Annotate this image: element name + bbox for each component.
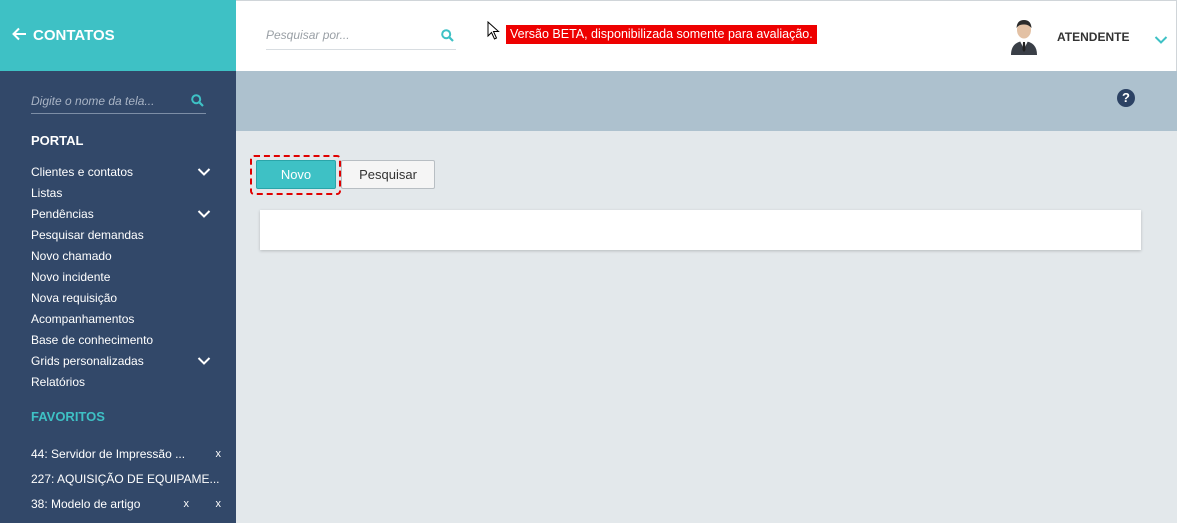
sidebar-item-pendencias[interactable]: Pendências	[31, 203, 211, 224]
favorite-item[interactable]: 227: AQUISIÇÃO DE EQUIPAME...	[31, 466, 223, 491]
chevron-down-icon	[197, 356, 211, 365]
search-icon[interactable]	[191, 94, 204, 112]
remove-favorite-button[interactable]: x	[216, 498, 222, 510]
sidebar-search	[31, 88, 206, 114]
favorite-label: 44: Servidor de Impressão ...	[31, 446, 186, 461]
sidebar-item-acompanhamentos[interactable]: Acompanhamentos	[31, 308, 211, 329]
remove-favorite-button[interactable]: x	[184, 498, 190, 510]
search-button[interactable]: Pesquisar	[341, 160, 435, 189]
help-icon[interactable]: ?	[1117, 89, 1135, 107]
user-name[interactable]: ATENDENTE	[1057, 30, 1129, 44]
favorite-label: 227: AQUISIÇÃO DE EQUIPAME...	[31, 471, 220, 486]
sidebar-item-novo-incidente[interactable]: Novo incidente	[31, 266, 211, 287]
favorites-list: 44: Servidor de Impressão ... x 227: AQU…	[31, 441, 223, 516]
remove-favorite-button[interactable]: x	[216, 448, 222, 460]
page-toolbar: ?	[236, 71, 1177, 131]
sidebar-item-listas[interactable]: Listas	[31, 182, 211, 203]
avatar[interactable]	[1009, 17, 1039, 55]
sidebar: CONTATOS PORTAL Clientes e contatos List…	[0, 0, 236, 523]
sidebar-item-grids-personalizadas[interactable]: Grids personalizadas	[31, 350, 211, 371]
chevron-down-icon	[197, 167, 211, 176]
sidebar-item-relatorios[interactable]: Relatórios	[31, 371, 211, 392]
sidebar-item-clientes-e-contatos[interactable]: Clientes e contatos	[31, 161, 211, 182]
sidebar-item-label: Listas	[31, 185, 63, 200]
top-header: Versão BETA, disponibilizada somente par…	[236, 0, 1177, 71]
arrow-left-icon	[12, 25, 27, 46]
sidebar-item-novo-chamado[interactable]: Novo chamado	[31, 245, 211, 266]
sidebar-item-base-de-conhecimento[interactable]: Base de conhecimento	[31, 329, 211, 350]
sidebar-menu: Clientes e contatos Listas Pendências Pe…	[31, 161, 211, 392]
sidebar-item-label: Pendências	[31, 206, 94, 221]
beta-notice: Versão BETA, disponibilizada somente par…	[506, 25, 817, 44]
favorite-label: 38: Modelo de artigo	[31, 496, 141, 511]
sidebar-item-label: Relatórios	[31, 374, 86, 389]
sidebar-item-label: Acompanhamentos	[31, 311, 135, 326]
brand-title: CONTATOS	[33, 27, 115, 44]
chevron-down-icon[interactable]	[1154, 32, 1168, 50]
favorites-section-title: FAVORITOS	[31, 409, 105, 424]
sidebar-item-label: Grids personalizadas	[31, 353, 144, 368]
sidebar-item-label: Novo incidente	[31, 269, 111, 284]
sidebar-item-pesquisar-demandas[interactable]: Pesquisar demandas	[31, 224, 211, 245]
back-to-contacts-button[interactable]: CONTATOS	[0, 0, 236, 71]
global-search-input[interactable]	[266, 23, 431, 47]
portal-section-title: PORTAL	[31, 133, 84, 148]
content-panel	[260, 210, 1141, 250]
sidebar-item-label: Base de conhecimento	[31, 332, 154, 347]
chevron-down-icon	[197, 209, 211, 218]
mouse-pointer-icon	[487, 20, 501, 46]
favorite-item[interactable]: 38: Modelo de artigo x x	[31, 491, 223, 516]
sidebar-item-label: Pesquisar demandas	[31, 227, 144, 242]
search-icon[interactable]	[441, 29, 454, 47]
global-search	[266, 23, 456, 50]
sidebar-item-nova-requisicao[interactable]: Nova requisição	[31, 287, 211, 308]
sidebar-item-label: Novo chamado	[31, 248, 112, 263]
sidebar-item-label: Nova requisição	[31, 290, 118, 305]
favorite-item[interactable]: 44: Servidor de Impressão ... x	[31, 441, 223, 466]
sidebar-search-input[interactable]	[31, 88, 181, 114]
new-button[interactable]: Novo	[256, 160, 336, 189]
sidebar-item-label: Clientes e contatos	[31, 164, 134, 179]
